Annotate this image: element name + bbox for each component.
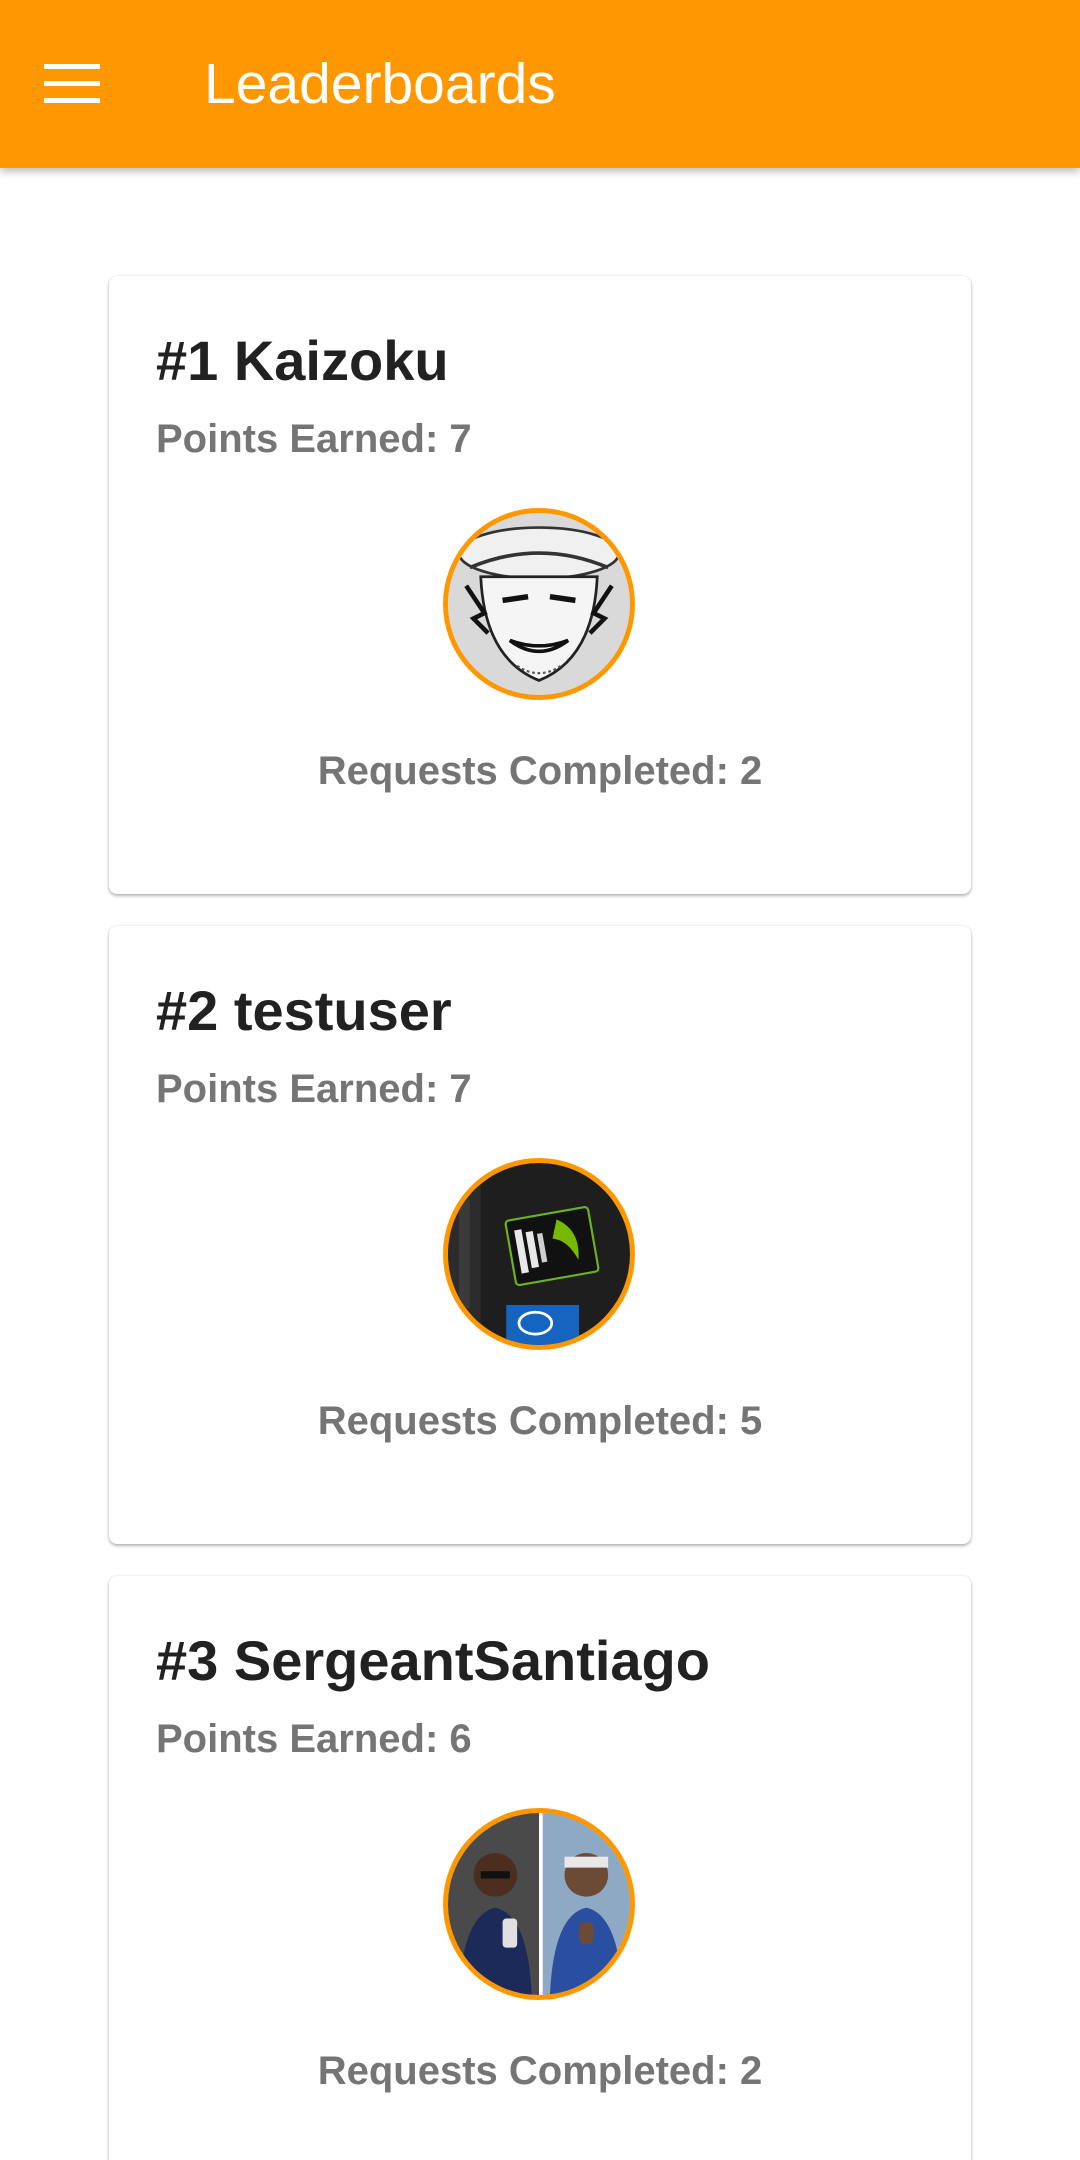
points-earned: Points Earned: 7 bbox=[156, 417, 472, 461]
avatar[interactable] bbox=[443, 508, 635, 700]
leaderboard-list[interactable]: #1 Kaizoku Points Earned: 7 Requests Com… bbox=[0, 168, 1080, 2160]
leaderboard-card[interactable]: #3 SergeantSantiago Points Earned: 6 Req… bbox=[109, 1576, 971, 2160]
menu-button[interactable] bbox=[28, 44, 116, 124]
page-title: Leaderboards bbox=[204, 52, 556, 116]
leaderboard-card[interactable]: #2 testuser Points Earned: 7 Requests Co… bbox=[109, 926, 971, 1544]
points-earned: Points Earned: 7 bbox=[156, 1067, 472, 1111]
requests-completed: Requests Completed: 5 bbox=[317, 1399, 763, 1443]
leaderboard-card[interactable]: #1 Kaizoku Points Earned: 7 Requests Com… bbox=[109, 276, 971, 894]
points-earned: Points Earned: 6 bbox=[156, 1717, 472, 1761]
avatar-image bbox=[448, 1163, 630, 1345]
requests-completed: Requests Completed: 2 bbox=[317, 2049, 763, 2093]
avatar[interactable] bbox=[443, 1808, 635, 2000]
avatar[interactable] bbox=[443, 1158, 635, 1350]
user-rank-name: #1 Kaizoku bbox=[156, 329, 449, 392]
avatar-image bbox=[448, 1813, 630, 1995]
user-rank-name: #2 testuser bbox=[156, 979, 452, 1042]
requests-completed: Requests Completed: 2 bbox=[317, 749, 763, 793]
menu-icon bbox=[44, 64, 100, 103]
avatar-image bbox=[448, 513, 630, 695]
app-bar: Leaderboards bbox=[0, 0, 1080, 168]
user-rank-name: #3 SergeantSantiago bbox=[156, 1629, 710, 1692]
